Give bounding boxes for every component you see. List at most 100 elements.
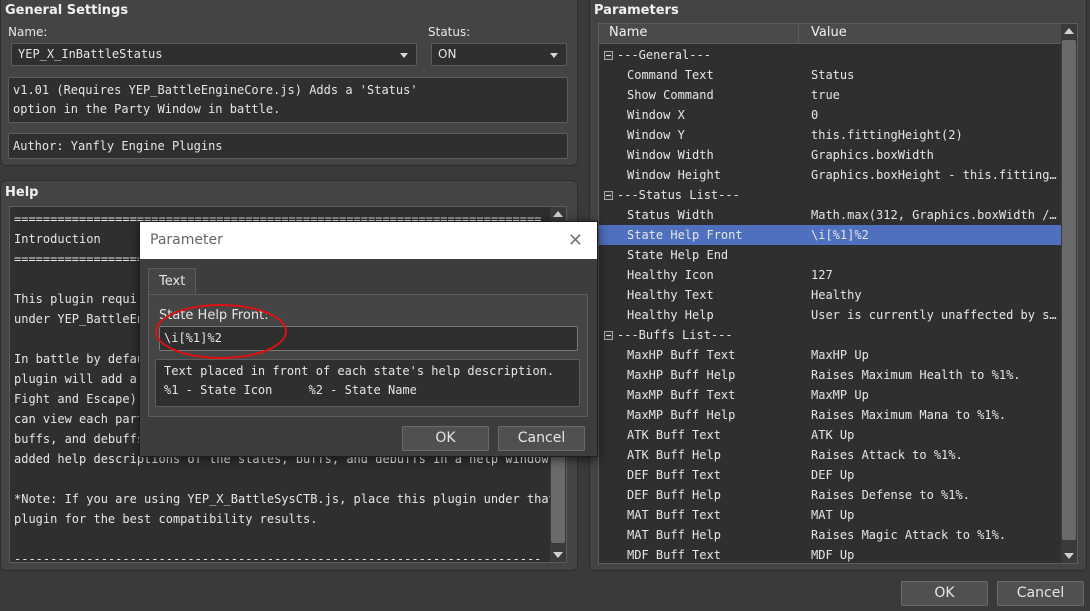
- parameter-row[interactable]: Window X 0: [599, 105, 1061, 125]
- parameter-row[interactable]: ATK Buff Text ATK Up: [599, 425, 1061, 445]
- parameter-row[interactable]: Healthy Help User is currently unaffected…: [599, 305, 1061, 325]
- parameter-row[interactable]: Show Command true: [599, 85, 1061, 105]
- parameters-title: Parameters: [594, 3, 679, 18]
- parameter-name: ---Buffs List---: [617, 328, 733, 342]
- parameter-value: 0: [811, 108, 819, 122]
- parameter-value: Graphics.boxWidth: [811, 148, 934, 162]
- parameter-name: MaxMP Buff Text: [627, 388, 736, 402]
- parameter-value: User is currently unaffected by st…: [811, 308, 1059, 322]
- parameter-row[interactable]: Status Width Math.max(312, Graphics.boxWi…: [599, 205, 1061, 225]
- parameter-row[interactable]: ATK Buff Help Raises Attack to %1%.: [599, 445, 1061, 465]
- parameter-group-row[interactable]: ---General---: [599, 45, 1061, 65]
- parameter-group-row[interactable]: ---Buffs List---: [599, 325, 1061, 345]
- close-icon[interactable]: ✕: [568, 230, 583, 251]
- column-divider[interactable]: [798, 24, 799, 44]
- parameter-row[interactable]: MaxHP Buff Text MaxHP Up: [599, 345, 1061, 365]
- parameter-name: Window Y: [627, 128, 685, 142]
- parameter-row[interactable]: Command Text Status: [599, 65, 1061, 85]
- status-combo[interactable]: ON: [431, 43, 567, 66]
- ok-button[interactable]: OK: [901, 581, 988, 606]
- parameter-value: 127: [811, 268, 833, 282]
- help-title: Help: [5, 185, 39, 200]
- parameter-value: Raises Attack to %1%.: [811, 448, 963, 462]
- parameter-row[interactable]: Healthy Icon 127: [599, 265, 1061, 285]
- chevron-down-icon: [550, 53, 558, 58]
- parameter-value: true: [811, 88, 840, 102]
- collapse-icon[interactable]: [604, 191, 613, 200]
- parameters-scrollbar[interactable]: [1061, 24, 1077, 563]
- parameter-value: Status: [811, 68, 855, 82]
- parameter-value: MDF Up: [811, 548, 855, 562]
- parameter-row[interactable]: MaxHP Buff Help Raises Maximum Health to …: [599, 365, 1061, 385]
- parameter-row[interactable]: MDF Buff Text MDF Up: [599, 545, 1061, 563]
- parameter-value: this.fittingHeight(2): [811, 128, 963, 142]
- parameter-row[interactable]: Window Height Graphics.boxHeight - this.f…: [599, 165, 1061, 185]
- parameter-name: State Help Front: [627, 228, 743, 242]
- parameter-row[interactable]: Healthy Text Healthy: [599, 285, 1061, 305]
- scroll-down-icon[interactable]: [553, 552, 563, 558]
- scroll-up-icon[interactable]: [1064, 28, 1074, 34]
- column-name-header[interactable]: Name: [609, 25, 647, 40]
- parameter-row[interactable]: MAT Buff Help Raises Magic Attack to %1%.: [599, 525, 1061, 545]
- parameter-name: ATK Buff Text: [627, 428, 721, 442]
- parameter-name: DEF Buff Help: [627, 488, 721, 502]
- description-box[interactable]: v1.01 (Requires YEP_BattleEngineCore.js)…: [8, 77, 568, 123]
- parameter-row[interactable]: State Help Front \i[%1]%2: [599, 225, 1061, 245]
- parameter-row[interactable]: State Help End: [599, 245, 1061, 265]
- dialog-cancel-button[interactable]: Cancel: [498, 426, 585, 451]
- parameter-value: Raises Maximum Mana to %1%.: [811, 408, 1007, 422]
- dialog-ok-button[interactable]: OK: [402, 426, 489, 451]
- parameter-value: MAT Up: [811, 508, 855, 522]
- parameter-row[interactable]: MaxMP Buff Text MaxMP Up: [599, 385, 1061, 405]
- parameter-name: Healthy Icon: [627, 268, 714, 282]
- tab-text[interactable]: Text: [148, 268, 196, 295]
- parameter-value: Raises Maximum Health to %1%.: [811, 368, 1021, 382]
- name-label: Name:: [8, 25, 48, 39]
- dialog-title-bar: Parameter ✕: [140, 222, 597, 259]
- dialog-title: Parameter: [150, 232, 223, 248]
- parameters-table[interactable]: Name Value ---General--- Command Text Stat…: [598, 23, 1078, 564]
- name-combo[interactable]: YEP_X_InBattleStatus: [11, 43, 417, 66]
- parameter-name: MAT Buff Help: [627, 528, 721, 542]
- parameter-value: Graphics.boxHeight - this.fittingH…: [811, 168, 1059, 182]
- parameter-value: Raises Magic Attack to %1%.: [811, 528, 1007, 542]
- parameter-row[interactable]: Window Y this.fittingHeight(2): [599, 125, 1061, 145]
- parameter-value: ATK Up: [811, 428, 855, 442]
- parameter-group-row[interactable]: ---Status List---: [599, 185, 1061, 205]
- parameter-name: MaxHP Buff Help: [627, 368, 736, 382]
- parameter-name: Show Command: [627, 88, 714, 102]
- status-combo-value: ON: [438, 47, 457, 61]
- parameter-name: MAT Buff Text: [627, 508, 721, 522]
- parameter-name: Window Height: [627, 168, 721, 182]
- general-settings-title: General Settings: [5, 3, 129, 18]
- scroll-up-icon[interactable]: [553, 211, 563, 217]
- parameter-value: MaxHP Up: [811, 348, 869, 362]
- scroll-thumb[interactable]: [1062, 40, 1076, 540]
- collapse-icon[interactable]: [604, 331, 613, 340]
- parameter-name: Healthy Help: [627, 308, 714, 322]
- parameter-row[interactable]: DEF Buff Help Raises Defense to %1%.: [599, 485, 1061, 505]
- field-description: Text placed in front of each state's hel…: [155, 359, 580, 407]
- parameter-name: Command Text: [627, 68, 714, 82]
- parameter-name: Status Width: [627, 208, 714, 222]
- collapse-icon[interactable]: [604, 51, 613, 60]
- parameter-name: MaxMP Buff Help: [627, 408, 736, 422]
- cancel-button[interactable]: Cancel: [997, 581, 1084, 606]
- annotation-circle: [155, 304, 287, 359]
- parameter-row[interactable]: MaxMP Buff Help Raises Maximum Mana to %1…: [599, 405, 1061, 425]
- parameter-name: ATK Buff Help: [627, 448, 721, 462]
- parameter-name: MDF Buff Text: [627, 548, 721, 562]
- parameter-value: \i[%1]%2: [811, 228, 869, 242]
- column-value-header[interactable]: Value: [811, 25, 847, 40]
- parameter-row[interactable]: DEF Buff Text DEF Up: [599, 465, 1061, 485]
- parameter-name: Window X: [627, 108, 685, 122]
- name-combo-value: YEP_X_InBattleStatus: [18, 47, 163, 61]
- parameter-row[interactable]: MAT Buff Text MAT Up: [599, 505, 1061, 525]
- author-box[interactable]: Author: Yanfly Engine Plugins: [8, 133, 568, 159]
- parameter-row[interactable]: Window Width Graphics.boxWidth: [599, 145, 1061, 165]
- parameter-value: Healthy: [811, 288, 862, 302]
- parameter-value: Math.max(312, Graphics.boxWidth / …: [811, 208, 1059, 222]
- parameters-header: Name Value: [599, 24, 1061, 44]
- parameter-value: MaxMP Up: [811, 388, 869, 402]
- scroll-down-icon[interactable]: [1064, 553, 1074, 559]
